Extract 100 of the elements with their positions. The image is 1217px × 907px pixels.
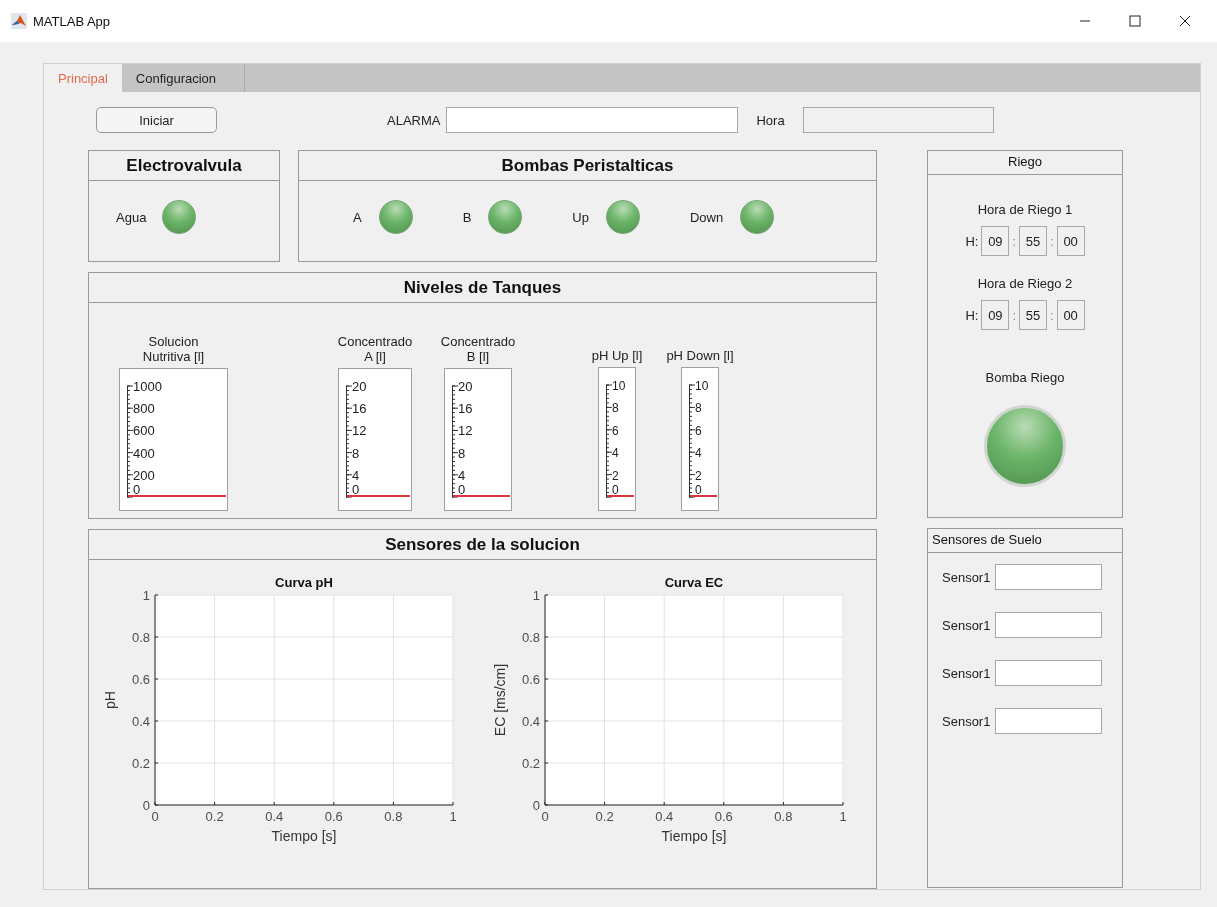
hour-field[interactable]: 09 — [981, 300, 1010, 330]
scale-label: 4 — [352, 467, 360, 483]
scale-label: 600 — [133, 423, 155, 439]
scale-label: 0 — [695, 483, 702, 497]
sensor-label: Sensor1 — [942, 665, 991, 681]
axis-tick-label: 0.4 — [655, 809, 674, 824]
scale-label: 0 — [458, 482, 466, 497]
scale-label: 8 — [352, 445, 360, 461]
close-icon[interactable] — [1179, 15, 1191, 27]
minute-field[interactable]: 55 — [1019, 300, 1047, 330]
sensor-label: Sensor1 — [942, 617, 991, 633]
schedule-label: Hora de Riego 1 — [977, 202, 1073, 217]
scale-label: 6 — [695, 423, 702, 438]
sensor-field[interactable] — [995, 660, 1103, 686]
lamp-label: Down — [689, 209, 724, 225]
lamp-label: Up — [572, 209, 589, 225]
sensor-field[interactable] — [995, 708, 1103, 734]
gauge-label: pH Up [l] — [590, 348, 644, 363]
lamp-label: A — [353, 209, 362, 225]
axis-tick-label: 0.6 — [131, 672, 150, 687]
scale-label: 8 — [458, 445, 466, 461]
scale-label: 8 — [612, 401, 619, 416]
axis-tick-label: 0 — [532, 798, 540, 813]
time-separator: : — [1012, 307, 1016, 323]
axis-tick-label: 0 — [151, 809, 159, 824]
axis-tick-label: 0.2 — [521, 756, 540, 771]
second-field[interactable]: 00 — [1056, 226, 1085, 256]
axis-tick-label: 0.8 — [774, 809, 793, 824]
gauge-label: Concentrado B [l] — [439, 334, 517, 364]
panel-title: Bombas Peristalticas — [299, 151, 876, 181]
axis-tick-label: 1 — [449, 809, 457, 824]
axis-tick-label: 0.6 — [521, 672, 540, 687]
sensor-label: Sensor1 — [942, 569, 991, 585]
gauge-label: Concentrado A [l] — [336, 334, 414, 364]
time-separator: : — [1050, 233, 1054, 249]
axis-tick-label: 0.8 — [384, 809, 403, 824]
scale-label: 12 — [458, 423, 473, 439]
axis-tick-label: 0.8 — [521, 630, 540, 645]
scale-label: 0 — [133, 482, 141, 497]
x-axis-label: Tiempo [s] — [661, 828, 727, 844]
axis-tick-label: 0 — [142, 798, 150, 813]
scale-label: 4 — [458, 467, 466, 483]
time-separator: : — [1050, 307, 1054, 323]
scale-label: 2 — [612, 468, 619, 483]
time-label: Hora — [756, 112, 785, 128]
axis-tick-label: 1 — [142, 588, 150, 603]
time-separator: : — [1012, 233, 1016, 249]
panel-title: Electrovalvula — [89, 151, 279, 181]
scale-label: 16 — [352, 401, 367, 417]
panel-title: Riego — [928, 151, 1122, 175]
scale-label: 0 — [612, 483, 619, 497]
scale-label: 16 — [458, 401, 473, 417]
axis-tick-label: 0.6 — [714, 809, 733, 824]
gauge-label: pH Down [l] — [665, 348, 735, 363]
y-axis-label: EC [ms/cm] — [492, 663, 508, 737]
scale-label: 4 — [612, 446, 619, 461]
hour-field[interactable]: 09 — [981, 226, 1010, 256]
hour-prefix: H: — [965, 307, 979, 323]
axis-tick-label: 0.2 — [131, 756, 150, 771]
sensor-label: Sensor1 — [942, 713, 991, 729]
start-button[interactable]: Iniciar — [96, 107, 217, 133]
window-title: MATLAB App — [33, 13, 111, 29]
scale-label: 8 — [695, 401, 702, 416]
axis-tick-label: 0.2 — [205, 809, 224, 824]
sensor-field[interactable] — [995, 612, 1103, 638]
lamp-label: Agua — [116, 209, 147, 225]
scale-label: 2 — [695, 468, 702, 483]
sensor-field[interactable] — [995, 564, 1103, 590]
scale-label: 10 — [695, 379, 709, 393]
scale-label: 10 — [612, 379, 626, 393]
scale-label: 6 — [612, 423, 619, 438]
hour-prefix: H: — [965, 233, 979, 249]
axis-tick-label: 0.8 — [131, 630, 150, 645]
minute-field[interactable]: 55 — [1019, 226, 1047, 256]
panel-title: Niveles de Tanques — [89, 273, 876, 303]
alarm-field[interactable] — [446, 107, 739, 133]
scale-label: 20 — [458, 379, 473, 394]
scale-label: 200 — [133, 467, 155, 483]
y-axis-label: pH — [102, 691, 118, 709]
axis-tick-label: 0.4 — [131, 714, 150, 729]
axis-tick-label: 0.4 — [265, 809, 284, 824]
alarm-label: ALARMA — [387, 112, 441, 128]
chart-title: Curva pH — [275, 575, 333, 590]
scale-label: 4 — [695, 446, 702, 461]
gauge-label: Solucion Nutritiva [l] — [141, 334, 206, 364]
x-axis-label: Tiempo [s] — [271, 828, 337, 844]
panel-title: Sensores de la solucion — [89, 530, 876, 560]
axis-tick-label: 1 — [532, 588, 540, 603]
scale-label: 1000 — [133, 379, 162, 394]
maximize-icon[interactable] — [1129, 15, 1141, 27]
scale-label: 800 — [133, 401, 155, 417]
axis-tick-label: 0.4 — [521, 714, 540, 729]
scale-label: 12 — [352, 423, 367, 439]
scale-label: 20 — [352, 379, 367, 394]
second-field[interactable]: 00 — [1056, 300, 1085, 330]
lamp-label: B — [462, 209, 472, 225]
lamp-label: Bomba Riego — [985, 370, 1065, 385]
chart-title: Curva EC — [664, 575, 724, 590]
axis-tick-label: 0.6 — [324, 809, 343, 824]
scale-label: 0 — [352, 482, 360, 497]
